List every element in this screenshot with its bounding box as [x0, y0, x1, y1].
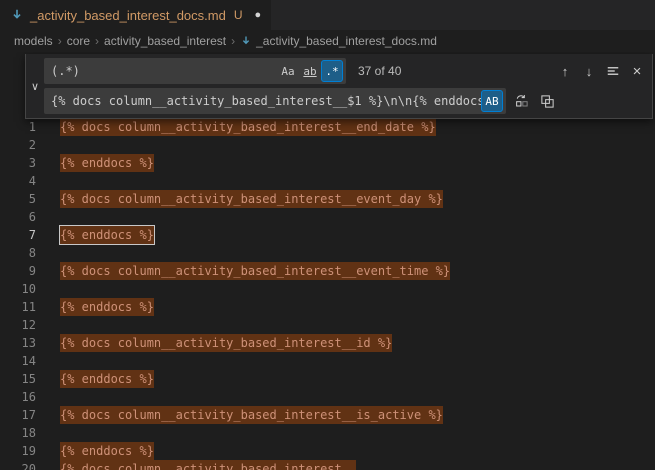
- editor-line[interactable]: 9 {% docs column__activity_based_interest…: [0, 262, 655, 280]
- whole-word-toggle[interactable]: ab: [299, 60, 321, 82]
- git-status-badge: U: [234, 8, 243, 22]
- line-number: 1: [0, 118, 36, 136]
- match-count: 37 of 40: [358, 64, 401, 78]
- tab-active-file[interactable]: _activity_based_interest_docs.md U ●: [0, 0, 272, 30]
- editor-line[interactable]: 2: [0, 136, 655, 154]
- editor-line[interactable]: 7 {% enddocs %}: [0, 226, 655, 244]
- tab-bar: _activity_based_interest_docs.md U ●: [0, 0, 655, 30]
- line-text: {% enddocs %}: [60, 226, 154, 244]
- arrow-up-icon: ↑: [562, 64, 569, 79]
- editor-line[interactable]: 5 {% docs column__activity_based_interest…: [0, 190, 655, 208]
- breadcrumb-item[interactable]: core: [67, 34, 90, 48]
- breadcrumb-separator: ›: [58, 34, 62, 48]
- breadcrumb-separator: ›: [95, 34, 99, 48]
- editor-line[interactable]: 4: [0, 172, 655, 190]
- editor-line[interactable]: 3 {% enddocs %}: [0, 154, 655, 172]
- editor-pane[interactable]: ∨ (.*) Aa ab .* 37 of 40 ↑: [0, 52, 655, 470]
- line-text: {% docs column__activity_based_interest_…: [60, 406, 443, 424]
- editor-line[interactable]: 18: [0, 424, 655, 442]
- replace-button[interactable]: [510, 90, 532, 112]
- line-number: 3: [0, 154, 36, 172]
- close-icon: ×: [633, 63, 642, 80]
- line-number: 14: [0, 352, 36, 370]
- line-number: 13: [0, 334, 36, 352]
- line-text: {% docs column__activity_based_interest_…: [60, 190, 443, 208]
- breadcrumb-file-label: _activity_based_interest_docs.md: [256, 34, 437, 48]
- editor-line[interactable]: 17 {% docs column__activity_based_interes…: [0, 406, 655, 424]
- preserve-case-toggle[interactable]: AB: [481, 90, 503, 112]
- regex-toggle[interactable]: .*: [321, 60, 343, 82]
- unsaved-changes-dot[interactable]: ●: [255, 9, 262, 21]
- replace-value: {% docs column__activity_based_interest_…: [51, 94, 481, 108]
- next-match-button[interactable]: ↓: [578, 60, 600, 82]
- replace-all-icon: [540, 94, 555, 109]
- line-number: 8: [0, 244, 36, 262]
- breadcrumb-item[interactable]: activity_based_interest: [104, 34, 226, 48]
- editor-line[interactable]: 20 {% docs column__activity_based_interes…: [0, 460, 655, 470]
- replace-row: {% docs column__activity_based_interest_…: [44, 88, 648, 114]
- line-number: 5: [0, 190, 36, 208]
- find-in-selection-button[interactable]: [602, 60, 624, 82]
- breadcrumb-item[interactable]: models: [14, 34, 53, 48]
- find-replace-widget: ∨ (.*) Aa ab .* 37 of 40 ↑: [25, 54, 653, 119]
- editor-line[interactable]: 11 {% enddocs %}: [0, 298, 655, 316]
- line-text: {% enddocs %}: [60, 370, 154, 388]
- editor-line[interactable]: 13 {% docs column__activity_based_interes…: [0, 334, 655, 352]
- editor-line[interactable]: 1 {% docs column__activity_based_interest…: [0, 118, 655, 136]
- line-text: {% docs column__activity_based_interest_…: [60, 262, 450, 280]
- editor-line[interactable]: 14: [0, 352, 655, 370]
- selection-lines-icon: [606, 64, 620, 78]
- previous-match-button[interactable]: ↑: [554, 60, 576, 82]
- line-number: 10: [0, 280, 36, 298]
- arrow-down-icon: ↓: [586, 64, 593, 79]
- line-number: 17: [0, 406, 36, 424]
- line-number: 4: [0, 172, 36, 190]
- replace-icon: [514, 94, 529, 109]
- line-number: 11: [0, 298, 36, 316]
- line-number: 12: [0, 316, 36, 334]
- line-number: 2: [0, 136, 36, 154]
- breadcrumb-separator: ›: [231, 34, 235, 48]
- toggle-replace-chevron[interactable]: ∨: [26, 58, 44, 114]
- line-number: 9: [0, 262, 36, 280]
- editor-line[interactable]: 6: [0, 208, 655, 226]
- breadcrumb: models › core › activity_based_interest › _ac…: [0, 30, 655, 52]
- replace-input[interactable]: {% docs column__activity_based_interest_…: [44, 88, 506, 114]
- line-number: 20: [0, 460, 36, 470]
- editor-line[interactable]: 8: [0, 244, 655, 262]
- match-case-toggle[interactable]: Aa: [277, 60, 299, 82]
- editor-line[interactable]: 15 {% enddocs %}: [0, 370, 655, 388]
- tab-title: _activity_based_interest_docs.md: [30, 8, 226, 23]
- line-text: {% enddocs %}: [60, 298, 154, 316]
- line-number: 19: [0, 442, 36, 460]
- close-find-button[interactable]: ×: [626, 60, 648, 82]
- line-text: {% enddocs %}: [60, 154, 154, 172]
- breadcrumb-items: models › core › activity_based_interest ›: [14, 34, 235, 48]
- line-text: {% docs column__activity_based_interest_…: [60, 460, 356, 470]
- markdown-icon: [240, 35, 252, 47]
- line-number: 15: [0, 370, 36, 388]
- line-text: {% docs column__activity_based_interest_…: [60, 334, 392, 352]
- editor-lines: 1 {% docs column__activity_based_interest…: [0, 118, 655, 470]
- vscode-window: _activity_based_interest_docs.md U ● mod…: [0, 0, 655, 470]
- replace-all-button[interactable]: [536, 90, 558, 112]
- find-row: (.*) Aa ab .* 37 of 40 ↑ ↓: [44, 58, 648, 84]
- line-text: {% enddocs %}: [60, 442, 154, 460]
- line-number: 16: [0, 388, 36, 406]
- breadcrumb-file[interactable]: _activity_based_interest_docs.md: [240, 34, 437, 48]
- find-query: (.*): [51, 64, 277, 78]
- editor-line[interactable]: 12: [0, 316, 655, 334]
- editor-line[interactable]: 10: [0, 280, 655, 298]
- line-text: {% docs column__activity_based_interest_…: [60, 118, 436, 136]
- editor-line[interactable]: 19 {% enddocs %}: [0, 442, 655, 460]
- line-number: 6: [0, 208, 36, 226]
- line-number: 18: [0, 424, 36, 442]
- find-input[interactable]: (.*) Aa ab .*: [44, 58, 346, 84]
- markdown-icon: [10, 8, 24, 22]
- editor-line[interactable]: 16: [0, 388, 655, 406]
- line-number: 7: [0, 226, 36, 244]
